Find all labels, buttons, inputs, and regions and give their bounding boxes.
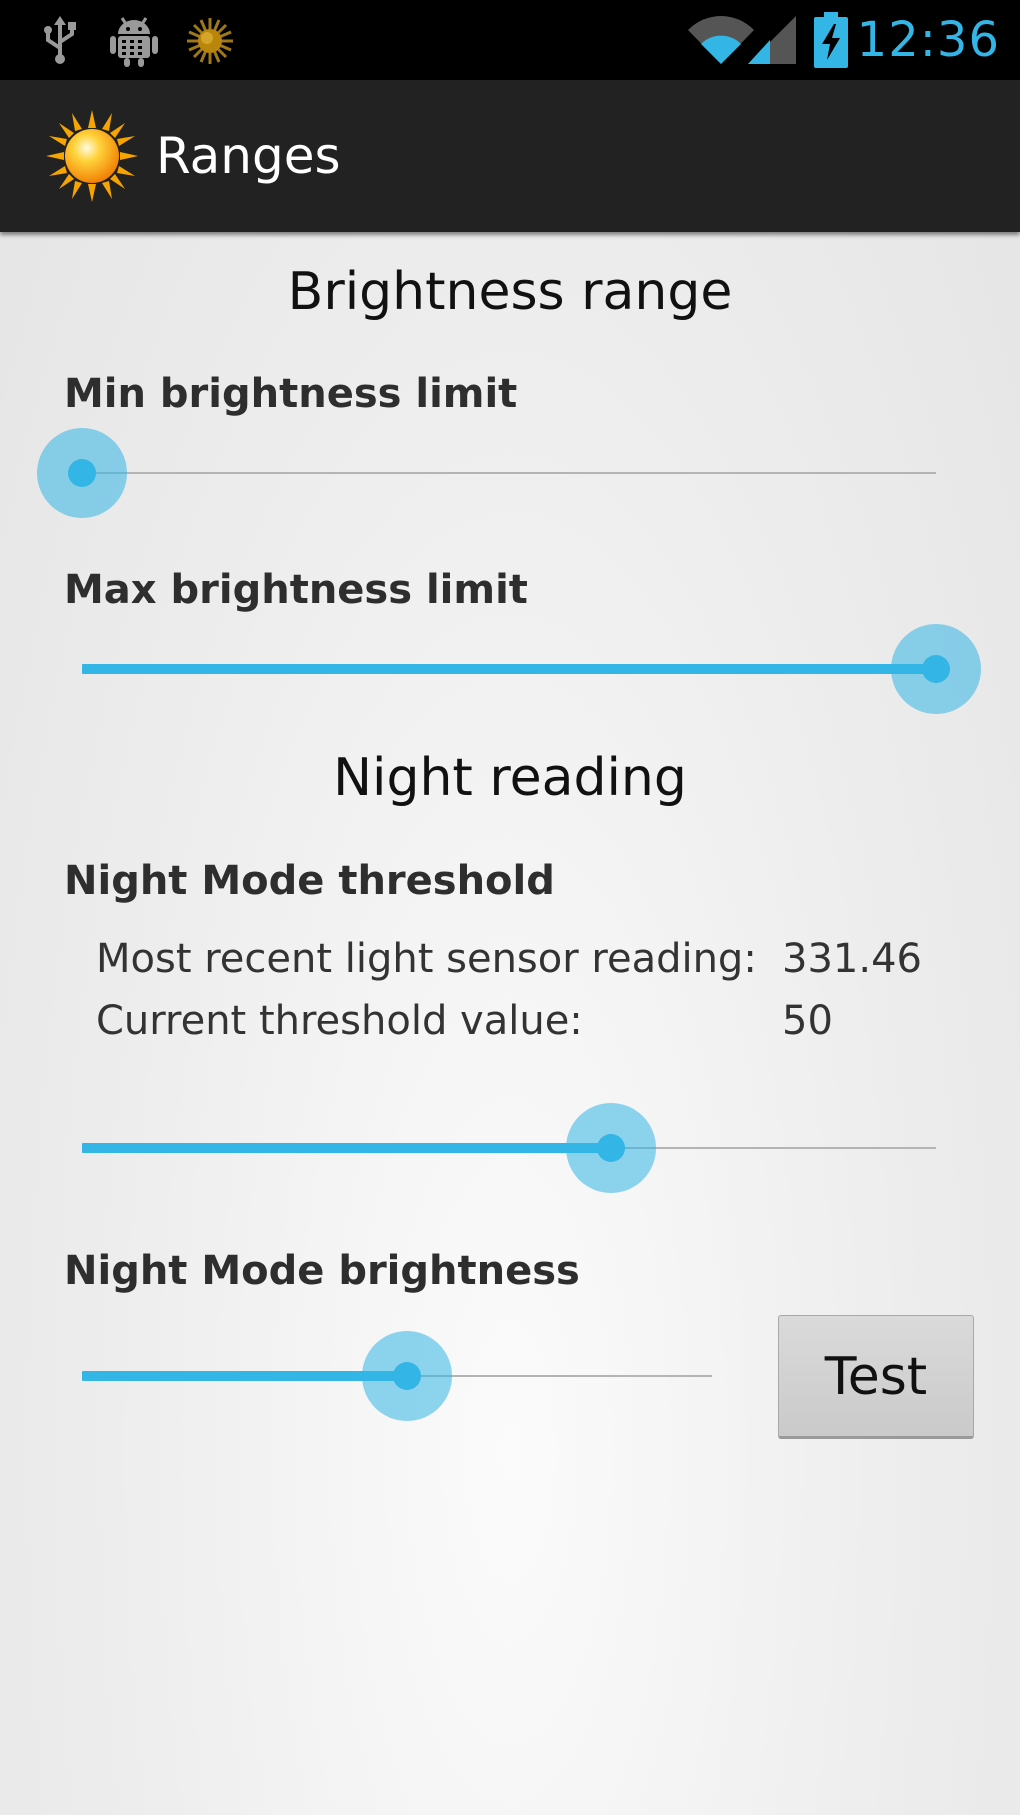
min-brightness-slider[interactable] [37, 423, 936, 523]
threshold-value-row: Current threshold value: 50 [96, 993, 956, 1049]
action-bar: Ranges [0, 80, 1020, 232]
usb-icon [44, 16, 76, 64]
sensor-reading-value: 331.46 [782, 936, 922, 982]
night-threshold-slider[interactable] [82, 1098, 936, 1198]
max-brightness-slider[interactable] [82, 619, 981, 719]
slider-fill [82, 664, 936, 674]
sun-icon[interactable] [46, 110, 138, 202]
battery-charging-icon [814, 12, 848, 68]
clock: 12:36 [856, 12, 1000, 68]
threshold-value-label: Current threshold value: [96, 998, 583, 1044]
threshold-value: 50 [782, 998, 833, 1044]
night-threshold-label: Night Mode threshold [64, 858, 555, 904]
night-brightness-slider[interactable] [82, 1326, 712, 1426]
slider-thumb-center [597, 1134, 625, 1162]
sensor-reading-row: Most recent light sensor reading: 331.46 [96, 931, 956, 987]
min-brightness-label: Min brightness limit [64, 371, 518, 417]
slider-track [82, 472, 936, 474]
max-brightness-label: Max brightness limit [64, 567, 528, 613]
slider-thumb-center [393, 1362, 421, 1390]
android-debug-icon [110, 17, 158, 67]
sensor-reading-label: Most recent light sensor reading: [96, 936, 757, 982]
status-bar: 12:36 [0, 0, 1020, 80]
sun-small-icon [187, 18, 233, 64]
signal-icon [748, 16, 796, 64]
night-reading-title: Night reading [333, 748, 687, 808]
app-title: Ranges [156, 127, 341, 185]
slider-fill [82, 1371, 407, 1381]
slider-fill [82, 1143, 611, 1153]
slider-thumb-center [68, 459, 96, 487]
test-button[interactable]: Test [778, 1315, 974, 1439]
night-brightness-label: Night Mode brightness [64, 1248, 580, 1294]
slider-thumb-center [922, 655, 950, 683]
brightness-range-title: Brightness range [287, 262, 733, 322]
